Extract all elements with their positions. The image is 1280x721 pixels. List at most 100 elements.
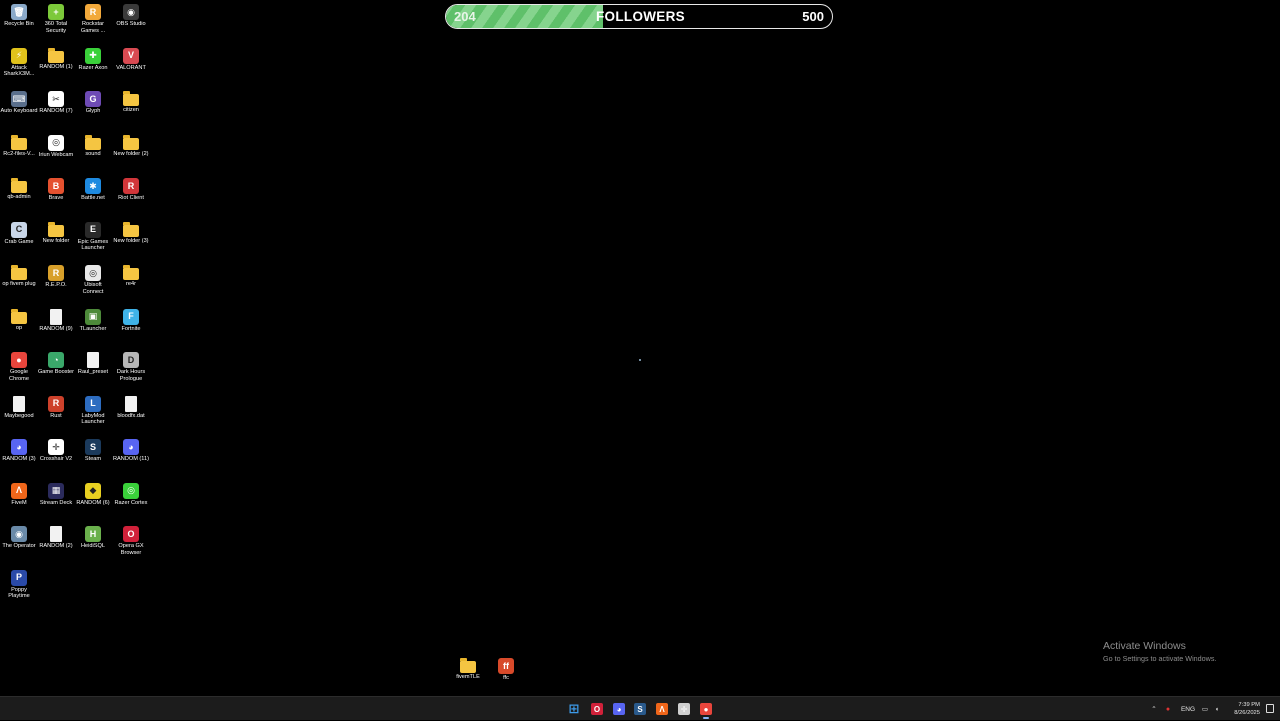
desktop-icon-raul-preset[interactable]: Raul_preset — [74, 350, 112, 376]
desktop-icon-attack-sharkx3m[interactable]: ⚡ Attack SharkX3M... — [0, 46, 38, 78]
desktop-icon-tlauncher[interactable]: ▣ TLauncher — [74, 307, 112, 333]
desktop-icon-rc2-files-v[interactable]: Rc2-files-V... — [0, 133, 38, 158]
network-icon[interactable]: ▭ — [1199, 705, 1211, 713]
desktop-icon-heidisql[interactable]: H HeidiSQL — [74, 524, 112, 550]
desktop-icon-citizen[interactable]: citizen — [112, 89, 150, 114]
desktop-icon-random-3[interactable]: ◕ RANDOM (3) — [0, 437, 38, 463]
volume-icon[interactable]: ◖ — [1211, 706, 1223, 713]
desktop-icon-qb-admin[interactable]: qb-admin — [0, 176, 38, 201]
folder-icon — [123, 221, 139, 237]
desktop-icon-brave[interactable]: B Brave — [37, 176, 75, 202]
folder-icon — [11, 265, 27, 280]
system-clock[interactable]: 7:39 PM 8/26/2025 — [1234, 701, 1260, 717]
desktop-icon-obs-studio[interactable]: ◉ OBS Studio — [112, 2, 150, 28]
desktop-icon-rust[interactable]: R Rust — [37, 394, 75, 420]
valorant-app-icon: V — [123, 47, 139, 64]
desktop-icon-label: ffc — [503, 675, 509, 681]
desktop-icon-label: Stream Deck — [39, 499, 73, 506]
attack-sharkx3m-app-icon: ⚡ — [11, 47, 27, 64]
folder-icon — [11, 134, 27, 150]
desktop-icon-maybegood[interactable]: Maybegood — [0, 394, 38, 420]
taskbar-discord-button[interactable]: ◕ — [610, 700, 628, 718]
taskbar-fivem-button[interactable]: Λ — [653, 700, 671, 718]
desktop-icon-label: citizen — [123, 107, 139, 113]
cursor-dot — [639, 359, 641, 361]
desktop-icon-fivem[interactable]: Λ FiveM — [0, 481, 38, 507]
desktop-icon-iriun-webcam[interactable]: ◎ Iriun Webcam — [37, 133, 75, 159]
desktop-icon-crab-game[interactable]: C Crab Game — [0, 220, 38, 246]
obs-studio-app-icon: ◉ — [123, 4, 139, 20]
steam-app-icon: S — [85, 439, 101, 455]
brave-app-icon: B — [48, 178, 64, 194]
taskbar-steam-button[interactable]: S — [631, 700, 649, 718]
desktop-icon-random-1[interactable]: RANDOM (1) — [37, 46, 75, 71]
desktop-icon-360-total-security[interactable]: +360 Total Security — [37, 2, 75, 34]
desktop-icon-ubisoft-connect[interactable]: ◎ Ubisoft Connect — [74, 263, 112, 295]
language-indicator[interactable]: ENG — [1179, 706, 1197, 713]
desktop-icon-label: Poppy Playtime — [8, 586, 30, 600]
desktop-icon-random-9[interactable]: RANDOM (9) — [37, 307, 75, 333]
desktop-icon-label: Battle.net — [81, 195, 105, 201]
desktop-icon-label: New folder (3) — [113, 237, 149, 244]
desktop-icon-labymod-launcher[interactable]: L LabyMod Launcher — [74, 394, 112, 426]
desktop-icon-new-folder[interactable]: New folder — [37, 220, 75, 245]
desktop-icon-ffc[interactable]: ff ffc — [487, 656, 525, 682]
taskbar-start-button[interactable]: ⊞ — [565, 700, 583, 718]
desktop-icon-stream-deck[interactable]: ▦ Stream Deck — [37, 481, 75, 507]
tray-overflow-chevron-icon[interactable]: ⌃ — [1147, 705, 1161, 713]
desktop-icon-epic-games-launcher[interactable]: E Epic Games Launcher — [74, 220, 112, 252]
desktop-icon-crosshair-v2[interactable]: ✛ Crosshair V2 — [37, 437, 75, 463]
desktop-icon-bloodfx-dat[interactable]: bloodfx.dat — [112, 394, 150, 420]
desktop-icon-sound[interactable]: sound — [74, 133, 112, 158]
desktop-icon-google-chrome[interactable]: ● Google Chrome — [0, 350, 38, 382]
desktop-icon-fivemtle[interactable]: fivemTLE — [449, 656, 487, 681]
desktop-icon-razer-cortex[interactable]: ◎ Razer Cortex — [112, 481, 150, 507]
desktop-icon-battle-net[interactable]: ✱ Battle.net — [74, 176, 112, 202]
desktop-icon-random-11[interactable]: ◕ RANDOM (11) — [112, 437, 150, 463]
taskbar-opera-gx-button[interactable]: O — [588, 700, 606, 718]
glyph-app-icon: G — [85, 91, 101, 107]
start-icon: ⊞ — [568, 701, 580, 716]
taskbar-chrome-button[interactable]: ● — [697, 700, 715, 719]
folder-icon — [48, 221, 64, 237]
file-icon — [50, 308, 62, 325]
taskbar-crosshair-button[interactable]: ✛ — [675, 700, 693, 718]
desktop-icon-valorant[interactable]: V VALORANT — [112, 46, 150, 72]
labymod-launcher-app-icon: L — [85, 395, 101, 412]
desktop-icon-opera-gx-browser[interactable]: O Opera GX Browser — [112, 524, 150, 556]
desktop-icon-random-7[interactable]: ✂ RANDOM (7) — [37, 89, 75, 115]
microphone-icon[interactable]: ● — [1161, 706, 1175, 713]
desktop-icon-fortnite[interactable]: F Fortnite — [112, 307, 150, 333]
desktop-icon-op[interactable]: op — [0, 307, 38, 332]
desktop-icon-r-e-p-o[interactable]: R R.E.P.O. — [37, 263, 75, 289]
recycle-bin-app-icon: 🗑 — [11, 4, 27, 20]
desktop-icon-steam[interactable]: S Steam — [74, 437, 112, 463]
desktop-icon-random-6[interactable]: ◆ RANDOM (6) — [74, 481, 112, 507]
razer-cortex-app-icon: ◎ — [123, 482, 139, 499]
desktop-icon-label: Ubisoft Connect — [82, 282, 104, 295]
crosshair-v2-app-icon: ✛ — [48, 439, 64, 455]
desktop-icon-label: bloodfx.dat — [117, 412, 145, 419]
desktop-icon-auto-keyboard[interactable]: ⌨ Auto Keyboard — [0, 89, 38, 115]
desktop-icon-label: Recycle Bin — [4, 21, 34, 27]
desktop-icon-rockstar-games[interactable]: R Rockstar Games ... — [74, 2, 112, 34]
desktop-icon-game-booster[interactable]: ◔ Game Booster — [37, 350, 75, 376]
desktop-icon-the-operator[interactable]: ◉ The Operator — [0, 524, 38, 550]
folder-icon — [123, 91, 139, 106]
desktop-icon-label: Attack SharkX3M... — [3, 64, 35, 78]
desktop-icon-op-fivem-plug[interactable]: op fivem plug — [0, 263, 38, 288]
desktop-icon-label: RANDOM (1) — [39, 63, 73, 70]
desktop-icon-dark-hours-prologue[interactable]: D Dark Hours Prologue — [112, 350, 150, 382]
desktop-icon-razer-axon[interactable]: ✚ Razer Axon — [74, 46, 112, 72]
desktop-icon-label: RANDOM (11) — [113, 456, 149, 462]
desktop-icon-riot-client[interactable]: R Riot Client — [112, 176, 150, 202]
desktop-icon-recycle-bin[interactable]: 🗑 Recycle Bin — [0, 2, 38, 28]
desktop-icon-new-folder-3[interactable]: New folder (3) — [112, 220, 150, 245]
desktop-icon-poppy-playtime[interactable]: P Poppy Playtime — [0, 568, 38, 600]
desktop-icon-random-2[interactable]: RANDOM (2) — [37, 524, 75, 550]
ubisoft-connect-app-icon: ◎ — [85, 265, 101, 281]
notification-icon[interactable] — [1266, 704, 1274, 713]
desktop-icon-glyph[interactable]: G Glyph — [74, 89, 112, 115]
desktop-icon-new-folder-2[interactable]: New folder (2) — [112, 133, 150, 158]
desktop-icon-re4r[interactable]: re4r — [112, 263, 150, 288]
